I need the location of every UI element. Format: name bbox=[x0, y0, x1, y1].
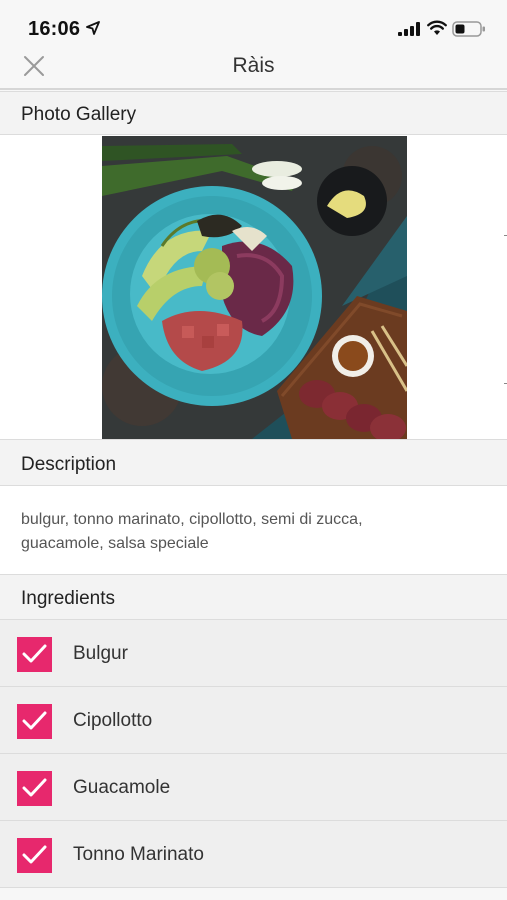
ingredient-checkbox[interactable] bbox=[17, 637, 52, 672]
description-text: bulgur, tonno marinato, cipollotto, semi… bbox=[21, 511, 363, 552]
ingredient-row-tonno-marinato[interactable]: Tonno Marinato bbox=[0, 821, 507, 888]
ingredients-header: Ingredients bbox=[0, 574, 507, 620]
photo-gallery-header: Photo Gallery bbox=[0, 91, 507, 135]
checkmark-icon bbox=[22, 644, 47, 663]
status-time: 16:06 bbox=[28, 18, 81, 40]
ingredients-title: Ingredients bbox=[21, 588, 116, 609]
ingredient-label: Cipollotto bbox=[73, 710, 153, 731]
status-bar: 16:06 bbox=[0, 0, 507, 46]
cellular-signal-icon bbox=[398, 22, 420, 36]
description-title: Description bbox=[21, 454, 117, 475]
checkmark-icon bbox=[22, 711, 47, 730]
ingredient-checkbox[interactable] bbox=[17, 704, 52, 739]
wifi-icon bbox=[427, 20, 447, 35]
ingredient-row-cipollotto[interactable]: Cipollotto bbox=[0, 687, 507, 754]
nav-bar: Ràis bbox=[0, 46, 507, 90]
description-header: Description bbox=[0, 439, 507, 486]
checkmark-icon bbox=[22, 845, 47, 864]
photo-gallery bbox=[0, 135, 507, 439]
poke-bowl-image bbox=[102, 136, 407, 439]
ingredient-checkbox[interactable] bbox=[17, 771, 52, 806]
page-title: Ràis bbox=[232, 54, 275, 77]
battery-icon bbox=[452, 21, 485, 37]
screen: 16:06 Ràis Photo Gallery Description bul… bbox=[0, 0, 507, 900]
location-arrow-icon bbox=[86, 21, 100, 35]
ingredient-checkbox[interactable] bbox=[17, 838, 52, 873]
photo-gallery-title: Photo Gallery bbox=[21, 104, 137, 125]
description-body: bulgur, tonno marinato, cipollotto, semi… bbox=[0, 486, 507, 574]
ingredient-label: Tonno Marinato bbox=[73, 844, 204, 865]
checkmark-icon bbox=[22, 778, 47, 797]
ingredient-row-guacamole[interactable]: Guacamole bbox=[0, 754, 507, 821]
gallery-photo-poke-bowl[interactable] bbox=[102, 136, 407, 439]
ingredient-label: Guacamole bbox=[73, 777, 171, 798]
ingredient-label: Bulgur bbox=[73, 643, 128, 664]
ingredient-row-bulgur[interactable]: Bulgur bbox=[0, 620, 507, 687]
